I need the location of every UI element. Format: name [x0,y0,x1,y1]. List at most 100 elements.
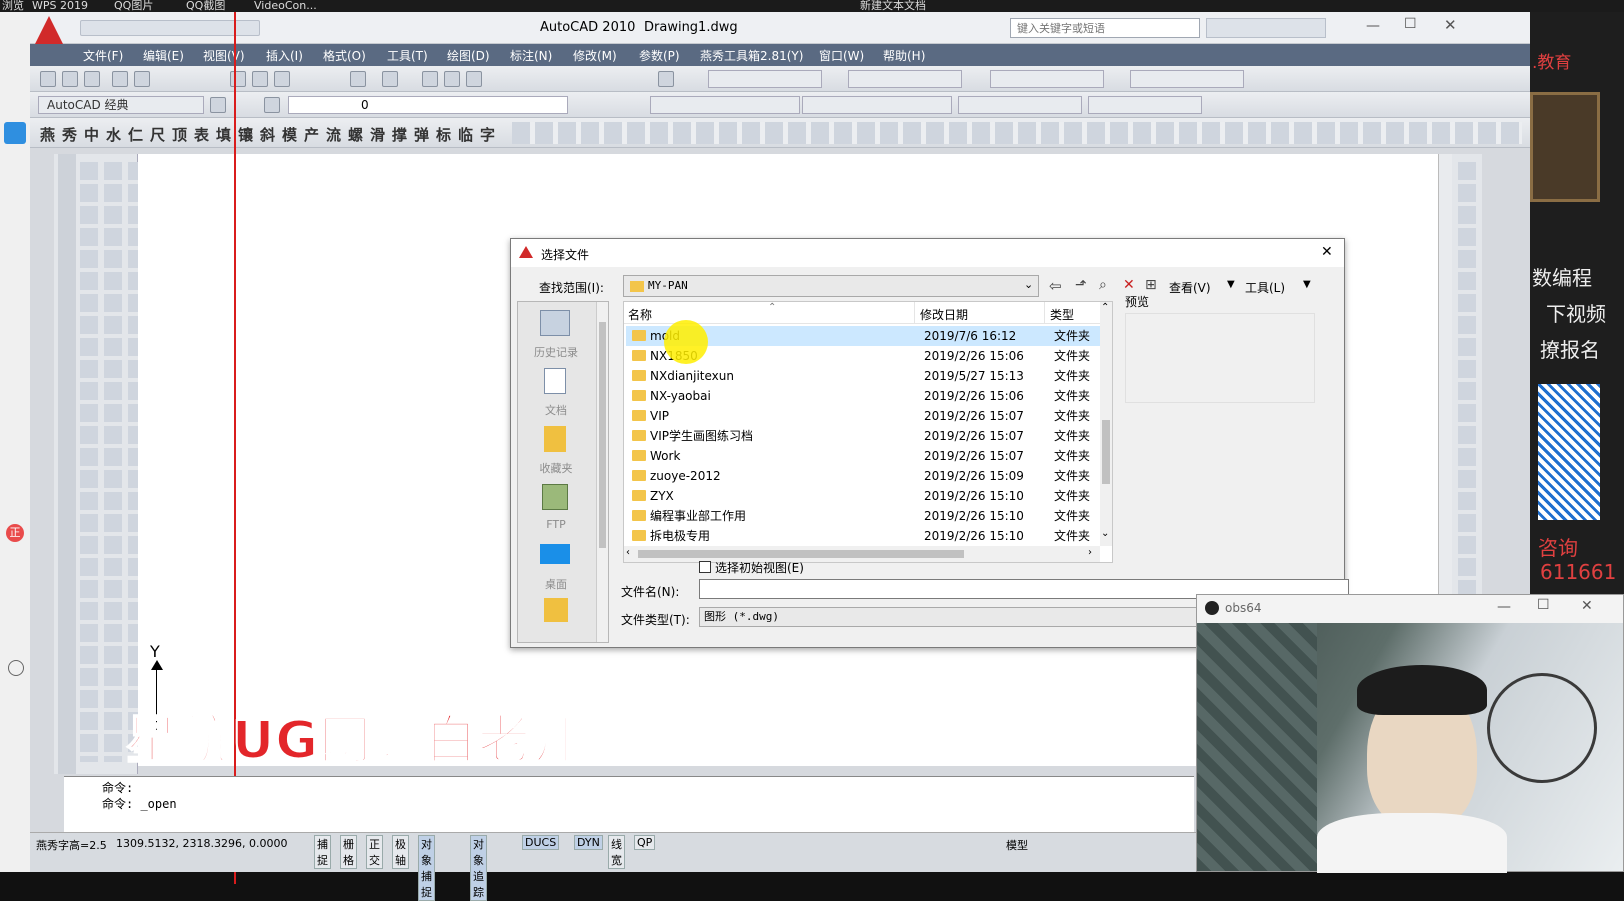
view-dropdown-icon[interactable]: ▼ [1227,279,1235,290]
close-icon[interactable]: ✕ [1444,16,1457,34]
file-row[interactable]: Work 2019/2/26 15:07 文件夹 [626,446,1100,466]
file-list-vscrollbar[interactable]: ⌃ ⌄ [1100,302,1112,546]
print-icon[interactable] [112,71,128,87]
yanxiu-command-button[interactable]: 斜 [260,124,275,145]
file-row[interactable]: NX-yaobai 2019/2/26 15:06 文件夹 [626,386,1100,406]
coordinate-readout[interactable]: 1309.5132, 2318.3296, 0.0000 [116,837,287,850]
yanxiu-command-button[interactable]: 尺 [150,124,165,145]
menu-dimension[interactable]: 标注(N) [510,47,552,64]
color-select[interactable] [650,96,800,114]
history-icon[interactable] [540,310,570,336]
design-center-tab[interactable] [58,154,76,774]
menu-draw[interactable]: 绘图(D) [447,47,490,64]
obs-close-icon[interactable]: ✕ [1581,598,1593,614]
file-row[interactable]: NXdianjitexun 2019/5/27 15:13 文件夹 [626,366,1100,386]
cut-icon[interactable] [230,71,246,87]
yanxiu-command-button[interactable]: 中 [84,124,99,145]
menu-tools[interactable]: 工具(T) [387,47,428,64]
yanxiu-command-button[interactable]: 模 [282,124,297,145]
layer-properties-icon[interactable] [264,97,280,113]
menu-insert[interactable]: 插入(I) [266,47,303,64]
initial-view-checkbox[interactable] [699,561,711,573]
minimize-icon[interactable]: — [1366,18,1380,34]
quick-access-toolbar[interactable] [80,20,260,36]
buzzsaw-icon[interactable] [544,598,568,622]
file-list-hscroll-thumb[interactable] [638,550,964,558]
place-history[interactable]: 历史记录 [518,344,594,360]
yanxiu-command-button[interactable]: 秀 [62,124,77,145]
zoom-window-icon[interactable] [466,71,482,87]
yanxiu-icons-strip[interactable] [512,122,1522,144]
workspace-settings-icon[interactable] [210,97,226,113]
lineweight-select[interactable] [958,96,1082,114]
status-toggle[interactable]: 对象捕捉 [418,835,435,901]
plotstyle-select[interactable] [1088,96,1202,114]
yanxiu-command-button[interactable]: 弹 [414,124,429,145]
emoji-icon[interactable] [8,660,24,676]
ftp-icon[interactable] [542,484,568,510]
taskbar-item[interactable]: 新建文本文档 [860,0,926,12]
zoom-icon[interactable] [444,71,460,87]
status-toggle[interactable]: DYN [574,835,603,850]
new-icon[interactable] [40,71,56,87]
open-icon[interactable] [62,71,78,87]
menu-format[interactable]: 格式(O) [323,47,366,64]
menu-help[interactable]: 帮助(H) [883,47,925,64]
status-toggle[interactable]: 线宽 [608,835,625,869]
menu-modify[interactable]: 修改(M) [573,47,617,64]
column-name[interactable]: 名称 [628,306,652,323]
preview-icon[interactable] [134,71,150,87]
new-folder-icon[interactable]: ⊞ [1145,277,1157,293]
command-window[interactable]: 命令: 命令: _open [64,776,1194,832]
desktop-icon[interactable] [540,544,570,564]
scroll-right-icon[interactable]: › [1088,547,1092,558]
infocenter-toolbar[interactable] [1206,18,1326,38]
workspace-select[interactable]: AutoCAD 经典 [38,96,204,114]
yanxiu-command-button[interactable]: 字 [480,124,495,145]
yanxiu-command-button[interactable]: 产 [304,124,319,145]
undo-icon[interactable] [350,71,366,87]
multileader-style-select[interactable] [1130,70,1244,88]
status-toggle[interactable]: 正交 [366,835,383,869]
place-documents[interactable]: 文档 [518,402,594,418]
menu-edit[interactable]: 编辑(E) [143,47,184,64]
file-list-hscrollbar[interactable]: ‹ › [624,546,1100,562]
yanxiu-command-button[interactable]: 临 [458,124,473,145]
yanxiu-command-button[interactable]: 标 [436,124,451,145]
taskbar-item[interactable]: VideoCon... [254,0,317,12]
status-toggle[interactable]: 对象追踪 [470,835,487,901]
text-style-select[interactable] [708,70,822,88]
yanxiu-command-button[interactable]: 镶 [238,124,253,145]
dimension-vertical-toolbar[interactable] [104,162,122,762]
menu-file[interactable]: 文件(F) [83,47,123,64]
search-web-icon[interactable]: ⌕ [1099,277,1107,293]
yanxiu-command-button[interactable]: 填 [216,124,231,145]
layer-select[interactable]: 0 [288,96,568,114]
help-icon[interactable] [658,71,674,87]
status-toggle[interactable]: DUCS [522,835,560,850]
up-folder-icon[interactable]: ⬏ [1075,277,1087,293]
tools-menu[interactable]: 工具(L) [1245,279,1285,296]
taskbar-item[interactable]: 浏览 [2,0,24,12]
menu-parameter[interactable]: 参数(P) [639,47,680,64]
delete-icon[interactable]: ✕ [1123,277,1135,293]
yanxiu-command-button[interactable]: 顶 [172,124,187,145]
status-toggle[interactable]: 捕捉 [314,835,331,869]
yanxiu-command-button[interactable]: 水 [106,124,121,145]
taskbar-item[interactable]: WPS 2019 [32,0,88,12]
search-input[interactable] [1010,18,1200,38]
menu-yanxiu[interactable]: 燕秀工具箱2.81(Y) [700,47,803,64]
yanxiu-command-button[interactable]: 燕 [40,124,55,145]
place-desktop[interactable]: 桌面 [518,576,594,592]
yanxiu-command-button[interactable]: 螺 [348,124,363,145]
scroll-down-icon[interactable]: ⌄ [1101,528,1109,539]
lookin-select[interactable]: MY-PAN ⌄ [623,275,1039,297]
table-style-select[interactable] [990,70,1104,88]
redo-icon[interactable] [382,71,398,87]
yanxiu-command-button[interactable]: 流 [326,124,341,145]
yanxiu-command-button[interactable]: 表 [194,124,209,145]
column-date[interactable]: 修改日期 [920,306,968,323]
back-icon[interactable]: ⇦ [1049,277,1062,295]
share-icon[interactable] [4,122,26,144]
menu-view[interactable]: 视图(V) [203,47,245,64]
